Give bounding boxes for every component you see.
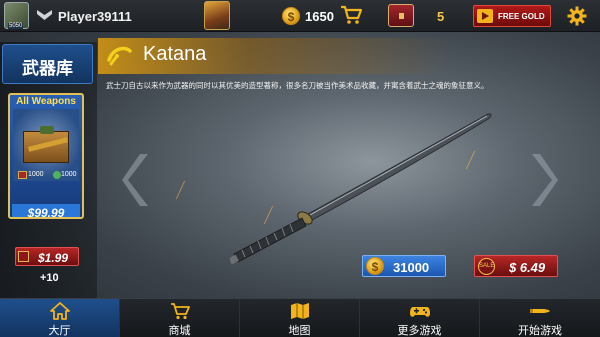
offer-price: $99.99 xyxy=(27,206,65,219)
nav-label: 地图 xyxy=(288,325,311,337)
chest-icon[interactable] xyxy=(388,4,414,27)
offer-image: 1000 1000 xyxy=(13,109,79,181)
weapon-description: 武士刀自古以来作为武器的同时以其优美的造型著称，很多名刀被当作美术品收藏，并寓含… xyxy=(106,81,489,90)
free-gold-label: FREE GOLD xyxy=(498,12,545,21)
cart-icon xyxy=(171,303,190,320)
nav-map[interactable]: 地图 xyxy=(240,299,360,337)
top-bar: 5050 Player39111 $ 1650 5 FREE GOLD xyxy=(0,0,600,32)
bullet-icon xyxy=(530,309,550,313)
player-avatar[interactable]: 5050 xyxy=(4,2,29,29)
nav-label: 更多游戏 xyxy=(397,325,442,337)
event-thumbnail[interactable] xyxy=(204,1,230,30)
coin-balance: 1650 xyxy=(305,9,334,24)
home-icon xyxy=(50,302,70,320)
chest-pack-buy-button[interactable]: $1.99 xyxy=(15,247,79,266)
shop-cart-icon[interactable] xyxy=(340,5,362,25)
play-video-icon xyxy=(477,9,493,23)
chest-count: 5 xyxy=(437,9,445,24)
coin-price: 31000 xyxy=(393,260,430,275)
nav-lobby[interactable]: 大厅 xyxy=(0,299,120,337)
weapon-category-icon xyxy=(107,46,132,66)
previous-weapon-chevron-icon[interactable] xyxy=(122,150,152,210)
chest-pack-price: $1.99 xyxy=(38,251,69,265)
chest-icon xyxy=(18,171,27,179)
buy-with-cash-button[interactable]: SALE $ 6.49 xyxy=(474,255,558,277)
sale-tag-icon: SALE xyxy=(478,258,495,275)
settings-gear-icon[interactable] xyxy=(567,6,587,26)
game-screen: 5050 Player39111 $ 1650 5 FREE GOLD 武器库 … xyxy=(0,0,600,337)
free-gold-button[interactable]: FREE GOLD xyxy=(473,5,551,27)
rank-chevron-icon xyxy=(37,10,52,20)
ember-streak xyxy=(175,180,186,200)
nav-label: 商城 xyxy=(168,325,191,337)
chest-pack-count: +10 xyxy=(40,272,59,284)
offer-title: All Weapons xyxy=(16,96,76,107)
avatar-level: 5050 xyxy=(8,23,24,29)
cash-price: $ 6.49 xyxy=(509,260,546,275)
katana-weapon-image xyxy=(230,113,492,265)
map-icon xyxy=(291,303,309,319)
armory-label: 武器库 xyxy=(22,59,73,78)
gamepad-icon xyxy=(410,307,430,317)
coin-icon: $ xyxy=(366,257,384,275)
coin-icon: $ xyxy=(282,7,300,25)
weapon-crate-icon xyxy=(23,126,69,163)
weapon-name: Katana xyxy=(143,43,207,65)
nav-label: 开始游戏 xyxy=(518,325,562,337)
armory-tab[interactable]: 武器库 xyxy=(2,44,93,84)
offer-coin-count: 1000 xyxy=(61,171,77,178)
buy-with-coins-button[interactable]: $ 31000 xyxy=(362,255,446,277)
coin-icon xyxy=(53,171,61,179)
nav-shop[interactable]: 商城 xyxy=(120,299,240,337)
nav-more-games[interactable]: 更多游戏 xyxy=(360,299,480,337)
offer-chest-count: 1000 xyxy=(28,171,44,178)
player-name: Player39111 xyxy=(58,9,132,24)
nav-label: 大厅 xyxy=(48,325,71,337)
next-weapon-chevron-icon[interactable] xyxy=(528,150,558,210)
bottom-nav: 大厅 商城 地图 更多游戏 开始游戏 xyxy=(0,298,600,337)
all-weapons-offer-card[interactable]: All Weapons 1000 1000 $99.99 xyxy=(8,93,84,219)
nav-start-game[interactable]: 开始游戏 xyxy=(480,299,600,337)
offer-price-bar: $99.99 xyxy=(12,204,80,217)
chest-icon xyxy=(18,251,29,262)
